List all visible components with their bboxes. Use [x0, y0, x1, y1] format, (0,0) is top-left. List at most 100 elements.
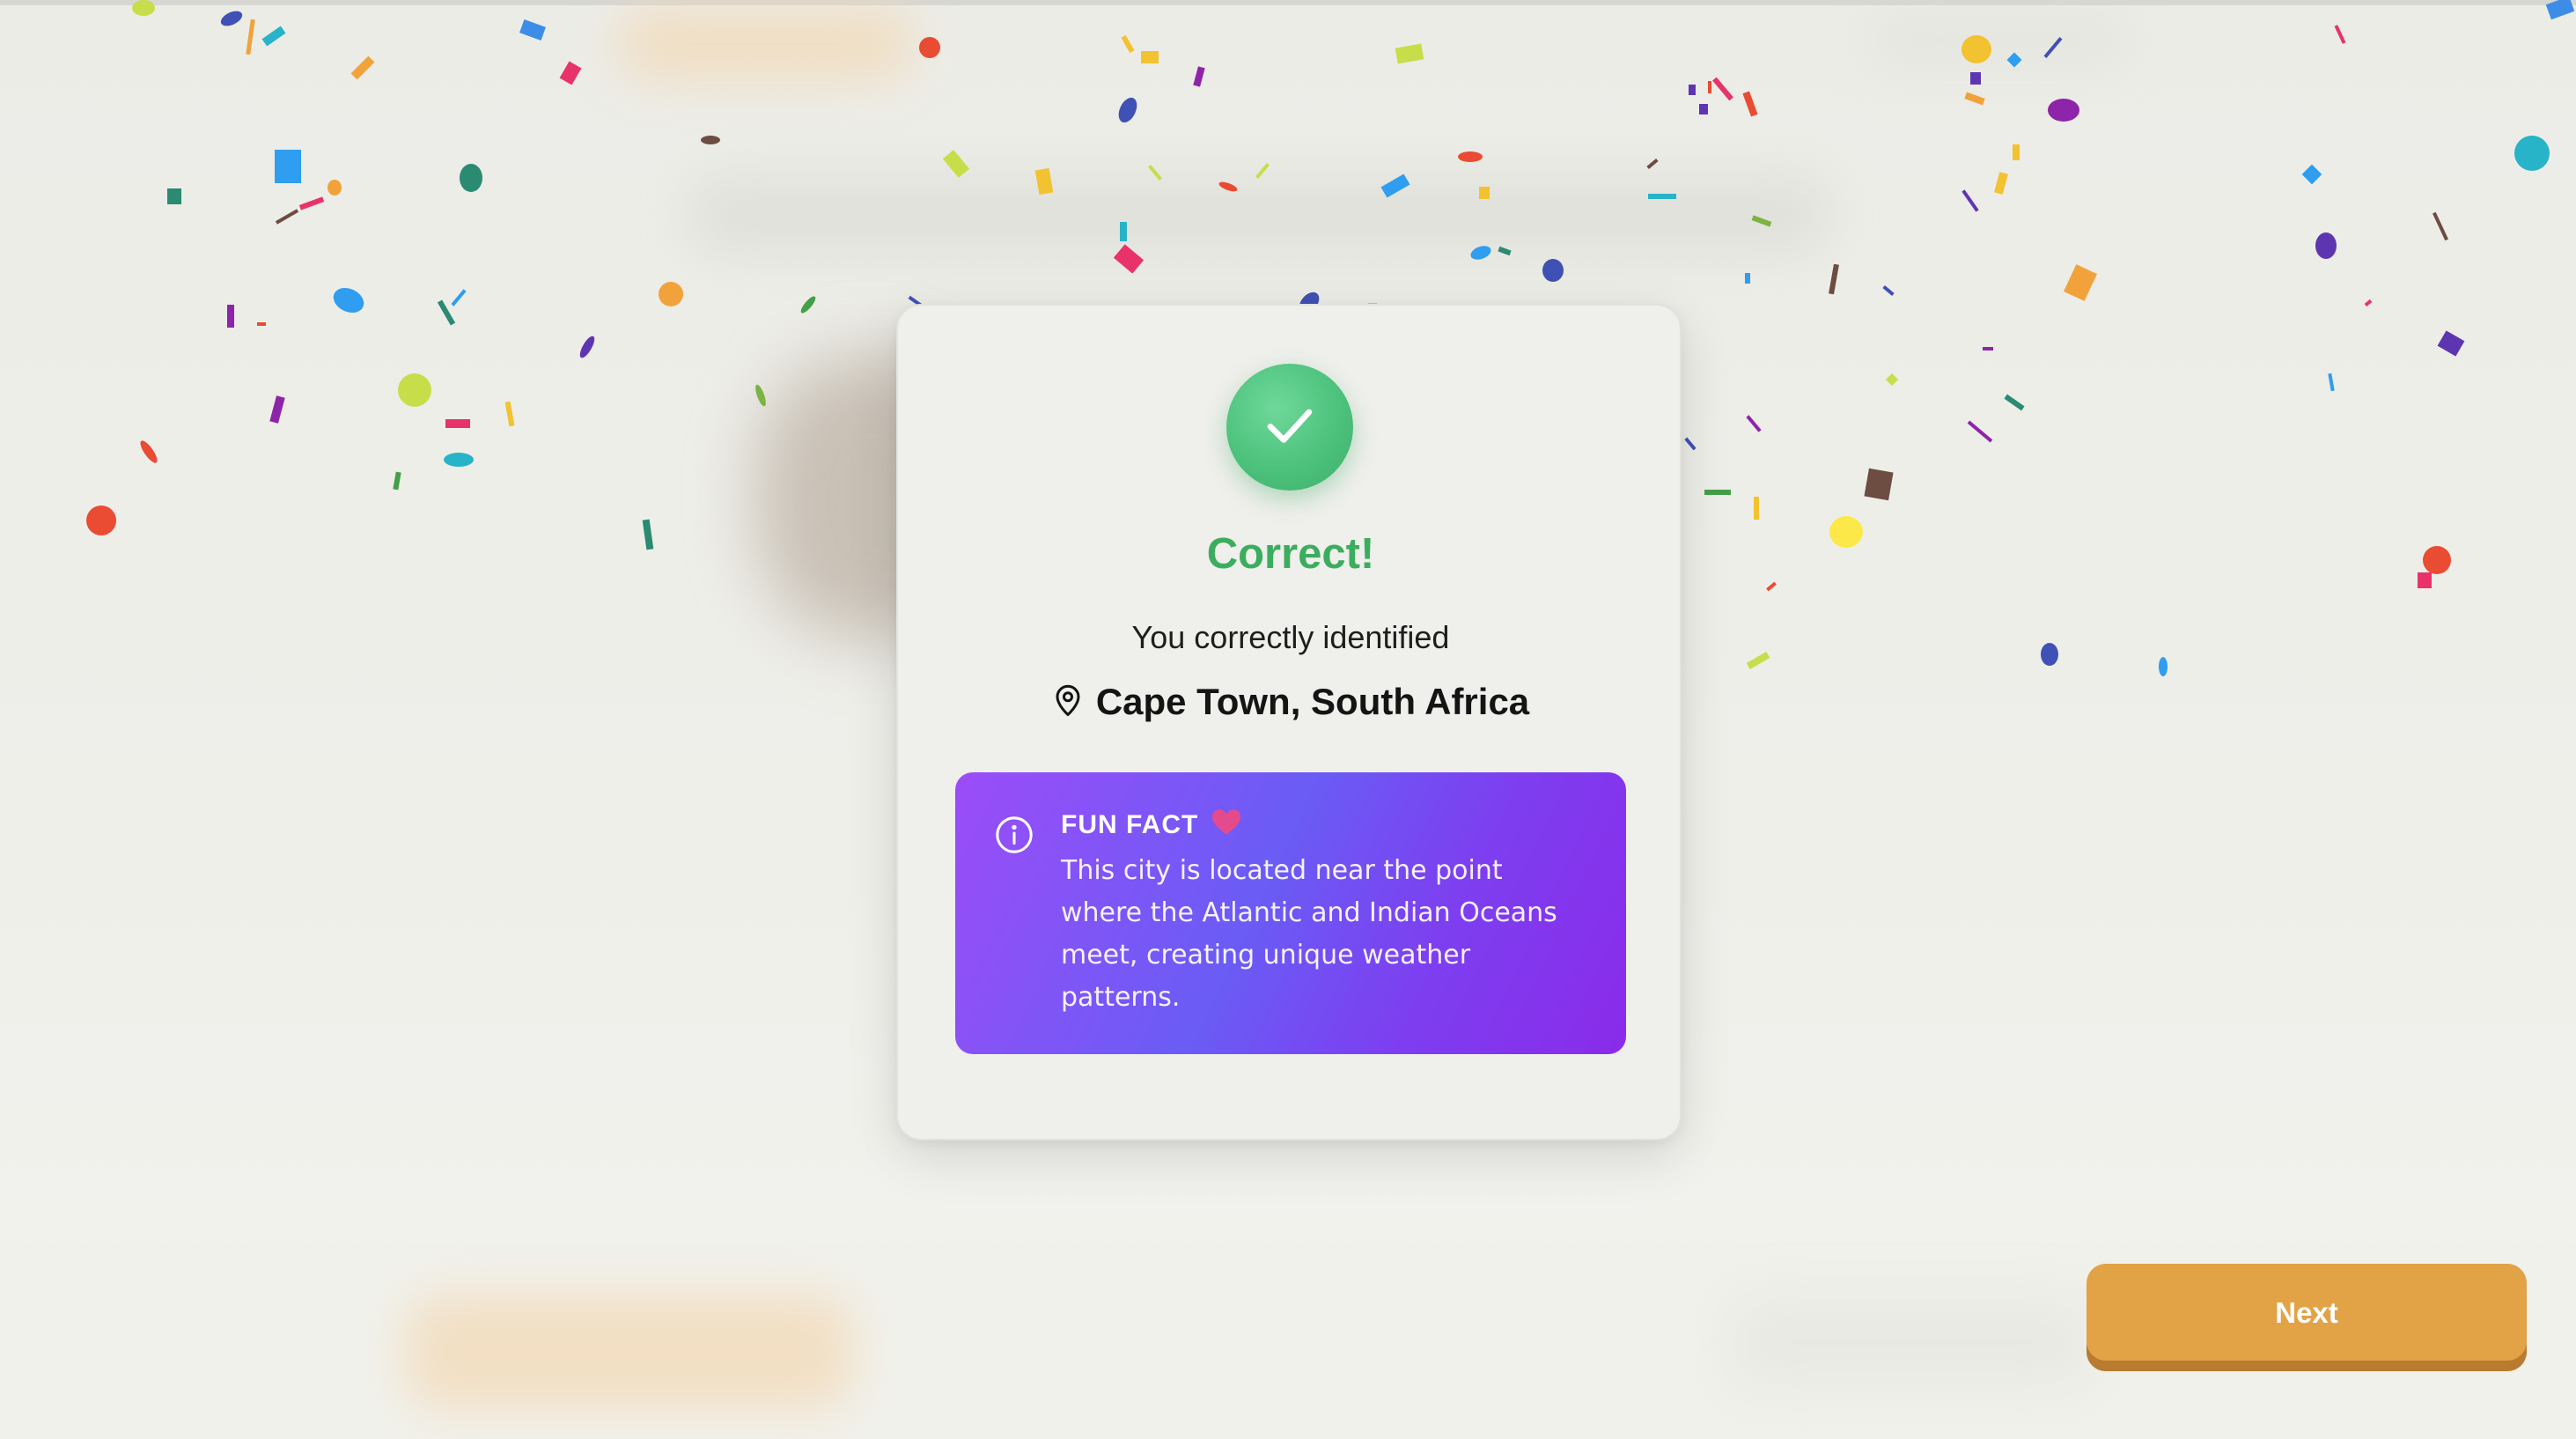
confetti-piece — [1742, 91, 1758, 117]
confetti-piece — [393, 471, 401, 491]
heart-icon — [1211, 808, 1242, 843]
confetti-piece — [460, 164, 482, 192]
confetti-piece — [167, 188, 181, 204]
confetti-piece — [1970, 72, 1981, 85]
map-pin-icon — [1052, 683, 1084, 721]
confetti-piece — [1684, 437, 1696, 451]
confetti-piece — [1967, 420, 1993, 443]
background-blurred-button — [1726, 1295, 2095, 1391]
confetti-piece — [1745, 273, 1750, 284]
confetti-piece — [2301, 164, 2322, 185]
confetti-piece — [444, 453, 474, 467]
confetti-piece — [1864, 468, 1894, 501]
confetti-piece — [2328, 373, 2335, 392]
confetti-piece — [1704, 490, 1731, 495]
confetti-piece — [1141, 51, 1159, 63]
check-icon — [1261, 396, 1319, 458]
confetti-piece — [1542, 259, 1564, 282]
confetti-piece — [257, 322, 266, 326]
confetti-piece — [261, 26, 286, 47]
confetti-piece — [269, 395, 285, 424]
confetti-piece — [1766, 581, 1777, 592]
background-top-bar — [0, 0, 2576, 5]
confetti-piece — [398, 373, 431, 407]
confetti-piece — [577, 334, 598, 360]
confetti-piece — [1193, 66, 1205, 87]
fun-fact-heading: FUN FACT — [1061, 810, 1199, 839]
confetti-piece — [2013, 144, 2020, 160]
confetti-piece — [2423, 546, 2451, 574]
confetti-piece — [942, 150, 970, 178]
confetti-piece — [2437, 330, 2465, 357]
result-card: Correct! You correctly identified Cape T… — [896, 304, 1682, 1140]
confetti-piece — [799, 294, 818, 315]
confetti-piece — [275, 209, 299, 225]
confetti-piece — [1689, 85, 1696, 95]
confetti-piece — [437, 299, 456, 326]
result-title: Correct! — [1206, 530, 1375, 578]
confetti-piece — [1754, 497, 1759, 520]
info-icon — [994, 815, 1034, 859]
next-button[interactable]: Next — [2087, 1264, 2527, 1371]
confetti-piece — [2004, 394, 2025, 411]
confetti-piece — [1885, 373, 1899, 387]
confetti-piece — [1983, 347, 1993, 351]
confetti-piece — [1646, 158, 1659, 170]
quiz-result-screen: Correct! You correctly identified Cape T… — [0, 0, 2576, 1439]
confetti-piece — [451, 289, 467, 306]
confetti-piece — [298, 196, 325, 210]
background-blurred-strip — [1866, 9, 2131, 70]
confetti-piece — [2064, 264, 2097, 301]
fun-fact-text: This city is located near the point wher… — [1061, 855, 1557, 1013]
background-blurred-strip — [687, 176, 1831, 255]
confetti-piece — [328, 180, 342, 196]
confetti-piece — [1708, 81, 1711, 93]
location-name: Cape Town, South Africa — [1095, 681, 1530, 722]
confetti-piece — [350, 55, 375, 80]
success-badge — [1226, 364, 1353, 491]
confetti-piece — [2364, 299, 2373, 307]
confetti-piece — [2514, 136, 2550, 171]
confetti-piece — [1994, 172, 2008, 195]
confetti-piece — [1712, 77, 1733, 101]
result-subtitle: You correctly identified — [1131, 619, 1450, 655]
confetti-piece — [1746, 652, 1770, 669]
confetti-piece — [519, 19, 546, 41]
confetti-piece — [1961, 189, 1979, 212]
confetti-piece — [2418, 572, 2432, 588]
confetti-piece — [1121, 34, 1135, 54]
confetti-piece — [559, 61, 582, 85]
confetti-piece — [445, 419, 470, 428]
confetti-piece — [2048, 99, 2079, 122]
confetti-piece — [701, 136, 720, 144]
confetti-piece — [218, 8, 245, 29]
fun-fact-heading-row: FUN FACT — [1061, 808, 1242, 843]
confetti-piece — [137, 438, 160, 466]
confetti-piece — [1829, 516, 1863, 548]
confetti-piece — [2432, 211, 2448, 241]
confetti-piece — [1746, 415, 1762, 432]
background-blurred-pill — [616, 9, 916, 79]
fun-fact-panel: FUN FACT This city is located near the p… — [955, 772, 1626, 1054]
confetti-piece — [86, 505, 116, 535]
confetti-piece — [275, 150, 301, 183]
confetti-piece — [246, 18, 255, 55]
location-row: Cape Town, South Africa — [898, 681, 1683, 723]
confetti-piece — [659, 282, 683, 306]
confetti-piece — [329, 283, 368, 318]
confetti-piece — [227, 305, 234, 328]
confetti-piece — [504, 401, 515, 427]
confetti-piece — [753, 383, 769, 408]
confetti-piece — [2159, 657, 2168, 676]
confetti-piece — [1882, 284, 1895, 297]
confetti-piece — [1395, 43, 1424, 64]
background-blurred-button — [405, 1295, 854, 1409]
confetti-piece — [1964, 92, 1985, 106]
confetti-piece — [919, 37, 940, 58]
confetti-piece — [642, 519, 654, 550]
confetti-piece — [1115, 94, 1141, 126]
confetti-piece — [2041, 643, 2058, 666]
confetti-piece — [2334, 25, 2346, 44]
confetti-piece — [2315, 232, 2337, 259]
confetti-piece — [1829, 263, 1839, 295]
